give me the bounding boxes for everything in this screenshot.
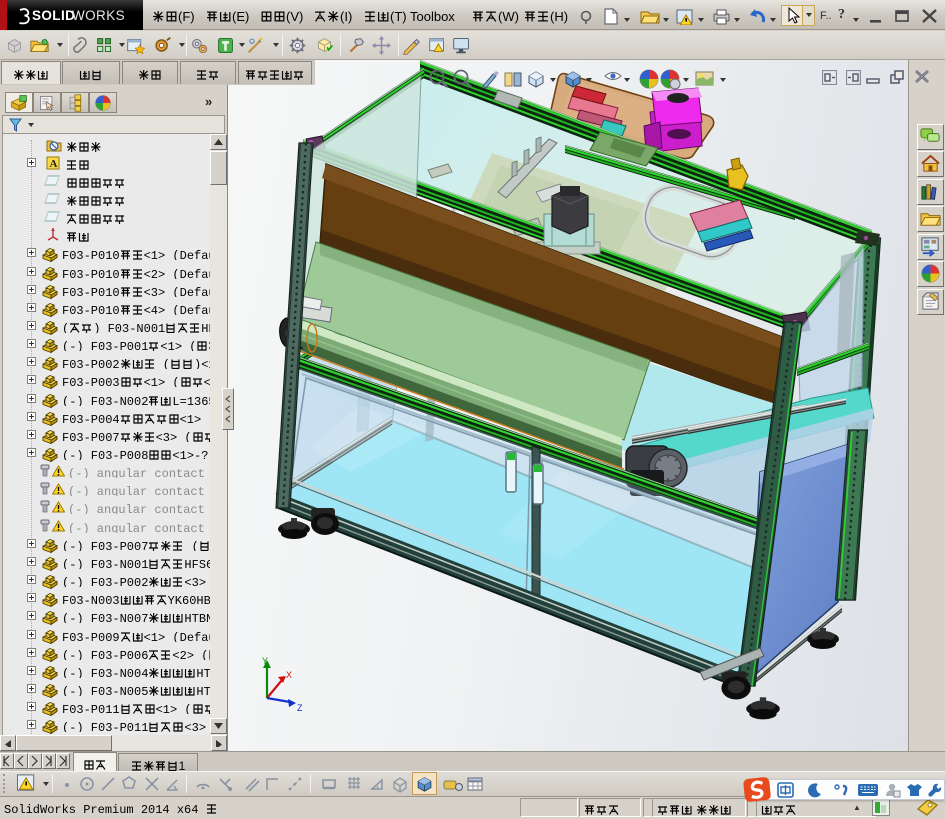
svg-text:A: A [50, 158, 58, 170]
svg-text:Y: Y [262, 656, 268, 666]
svg-text:X: X [286, 670, 292, 680]
svg-text:?: ? [434, 73, 439, 82]
svg-text:Z: Z [297, 703, 303, 713]
